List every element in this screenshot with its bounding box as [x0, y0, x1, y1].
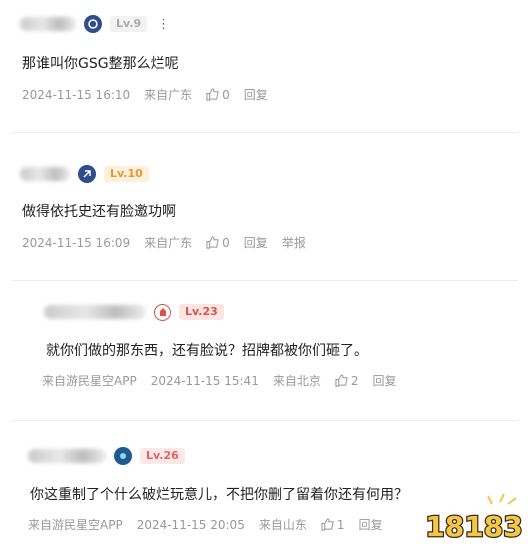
divider [12, 280, 518, 281]
comment-1-header: Lv.9 ⋮ [20, 12, 170, 36]
comment-location: 来自山东 [258, 518, 307, 532]
comment-location: 来自北京 [272, 374, 321, 388]
comment-4-header: Lv.26 [28, 444, 185, 468]
like-button[interactable]: 0 [206, 236, 230, 250]
like-count: 0 [222, 235, 230, 250]
username-blurred[interactable] [28, 449, 106, 463]
level-badge: Lv.9 [110, 16, 148, 32]
level-badge: Lv.26 [140, 448, 185, 464]
reply-button[interactable]: 回复 [358, 516, 382, 533]
comment-2-header: Lv.10 [20, 162, 149, 186]
comment-date: 2024-11-15 16:10 [22, 87, 131, 102]
comment-text: 就你们做的那东西，还有脸说？招牌都被你们砸了。 [46, 343, 368, 359]
level-badge: Lv.10 [104, 166, 149, 182]
rank-badge-icon [114, 447, 132, 465]
comment-date: 2024-11-15 20:05 [136, 517, 245, 532]
username-blurred[interactable] [20, 167, 70, 181]
comment-source: 来自游民星空APP [28, 518, 123, 532]
reply-button[interactable]: 回复 [372, 372, 396, 389]
comment-text: 做得依托史还有脸邀功啊 [22, 204, 176, 220]
comment-meta: 来自游民星空APP 2024-11-15 15:41 来自北京 2 回复 [42, 372, 411, 389]
username-blurred[interactable] [44, 305, 146, 319]
comment-date: 2024-11-15 15:41 [150, 373, 259, 388]
rank-badge-icon [78, 165, 96, 183]
like-button[interactable]: 2 [335, 373, 359, 388]
divider [12, 420, 518, 421]
comment-meta: 2024-11-15 16:10 来自广东 0 回复 [22, 86, 282, 103]
thumbs-up-icon [206, 88, 219, 101]
comment-location: 来自广东 [144, 236, 193, 250]
comment-date: 2024-11-15 16:09 [22, 235, 131, 250]
comment-source: 来自游民星空APP [42, 374, 137, 388]
comment-text: 你这重制了个什么破烂玩意儿，不把你删了留着你还有何用？ [30, 487, 408, 503]
comment-location: 来自广东 [144, 88, 193, 102]
like-count: 2 [350, 373, 359, 388]
username-blurred[interactable] [20, 17, 76, 31]
like-count: 0 [222, 87, 230, 102]
like-button[interactable]: 1 [321, 517, 345, 532]
thumbs-up-icon [206, 236, 219, 249]
divider [12, 132, 518, 133]
report-button[interactable]: 举报 [282, 234, 306, 251]
comment-text: 那谁叫你GSG整那么烂呢 [22, 56, 179, 72]
thumbs-up-icon [321, 518, 334, 531]
more-icon[interactable]: ⋮ [157, 17, 170, 32]
comment-3-header: Lv.23 [44, 300, 224, 324]
like-count: 1 [336, 517, 345, 532]
like-button[interactable]: 0 [206, 88, 230, 102]
site-logo-watermark: 18183 [424, 493, 524, 544]
reply-button[interactable]: 回复 [244, 234, 268, 251]
comment-meta: 2024-11-15 16:09 来自广东 0 回复 举报 [22, 234, 320, 251]
logo-text: 18183 [425, 510, 522, 543]
rank-badge-icon [84, 15, 102, 33]
level-badge: Lv.23 [179, 304, 224, 320]
rank-badge-icon [154, 303, 171, 321]
thumbs-up-icon [335, 374, 348, 387]
reply-button[interactable]: 回复 [244, 86, 268, 103]
comment-meta: 来自游民星空APP 2024-11-15 20:05 来自山东 1 回复 [28, 516, 397, 533]
